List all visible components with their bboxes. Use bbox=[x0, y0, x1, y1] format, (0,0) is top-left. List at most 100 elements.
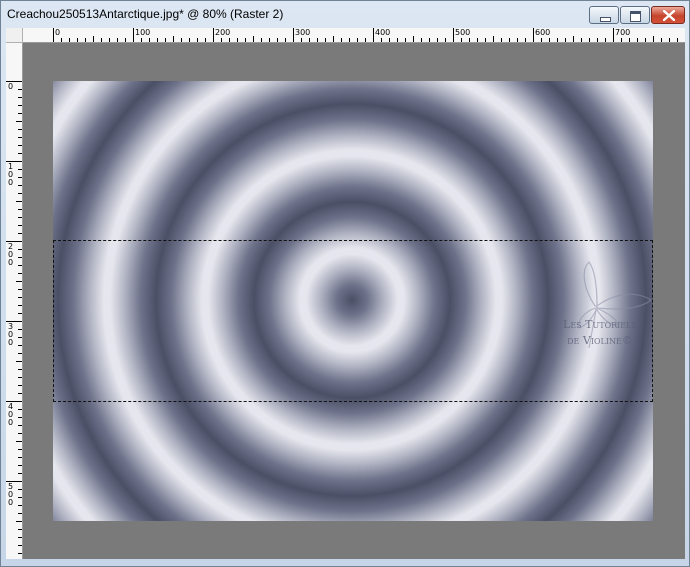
ruler-tick bbox=[18, 249, 22, 250]
ruler-label: 400 bbox=[7, 402, 14, 427]
ruler-tick bbox=[309, 38, 310, 42]
ruler-tick bbox=[589, 38, 590, 42]
ruler-tick bbox=[18, 233, 22, 234]
ruler-tick bbox=[18, 353, 22, 354]
ruler-tick bbox=[18, 489, 22, 490]
watermark-text: Les Tutoriels de Violine© bbox=[547, 317, 653, 349]
ruler-tick bbox=[18, 497, 22, 498]
ruler-tick bbox=[16, 281, 22, 282]
ruler-tick bbox=[645, 38, 646, 42]
ruler-tick bbox=[18, 337, 22, 338]
ruler-tick bbox=[18, 209, 22, 210]
ruler-tick bbox=[381, 38, 382, 42]
ruler-tick bbox=[501, 38, 502, 42]
ruler-tick bbox=[517, 38, 518, 42]
ruler-tick bbox=[18, 329, 22, 330]
ruler-tick bbox=[157, 38, 158, 42]
ruler-tick bbox=[533, 28, 534, 42]
ruler-tick bbox=[125, 38, 126, 42]
ruler-tick bbox=[357, 38, 358, 42]
ruler-tick bbox=[677, 38, 678, 42]
window-bottom-border bbox=[6, 559, 685, 563]
ruler-tick bbox=[509, 38, 510, 42]
ruler-tick bbox=[437, 38, 438, 42]
ruler-tick bbox=[77, 38, 78, 42]
ruler-tick bbox=[373, 28, 374, 42]
canvas-area[interactable]: Les Tutoriels de Violine© bbox=[23, 43, 685, 559]
ruler-tick bbox=[397, 38, 398, 42]
ruler-tick bbox=[18, 513, 22, 514]
minimize-icon bbox=[600, 17, 611, 22]
ruler-tick bbox=[18, 465, 22, 466]
ruler-tick bbox=[133, 28, 134, 42]
ruler-label: 200 bbox=[7, 242, 14, 267]
close-icon bbox=[663, 10, 675, 21]
ruler-tick bbox=[18, 113, 22, 114]
ruler-tick bbox=[613, 28, 614, 42]
window-title: Creachou250513Antarctique.jpg* @ 80% (Ra… bbox=[7, 7, 284, 21]
ruler-tick bbox=[18, 449, 22, 450]
ruler-tick bbox=[18, 529, 22, 530]
ruler-tick bbox=[365, 38, 366, 42]
ruler-tick bbox=[16, 361, 22, 362]
ruler-tick bbox=[18, 265, 22, 266]
ruler-label: 100 bbox=[7, 162, 14, 187]
horizontal-ruler[interactable]: 0 100 200 300 400 500 600 700 bbox=[23, 28, 685, 43]
ruler-label: 200 bbox=[215, 28, 231, 37]
ruler-tick bbox=[18, 89, 22, 90]
ruler-tick bbox=[189, 38, 190, 42]
ruler-label: 400 bbox=[375, 28, 391, 37]
ruler-tick bbox=[565, 38, 566, 42]
ruler-tick bbox=[18, 169, 22, 170]
close-button[interactable] bbox=[651, 6, 685, 24]
ruler-tick bbox=[18, 297, 22, 298]
ruler-tick bbox=[18, 425, 22, 426]
ruler-tick bbox=[429, 38, 430, 42]
ruler-tick bbox=[277, 38, 278, 42]
ruler-tick bbox=[18, 145, 22, 146]
maximize-button[interactable] bbox=[620, 6, 650, 24]
ruler-tick bbox=[597, 38, 598, 42]
ruler-tick bbox=[53, 28, 54, 42]
vertical-ruler[interactable]: 0 100 200 300 400 500 bbox=[6, 43, 23, 559]
ruler-tick bbox=[389, 38, 390, 42]
ruler-tick bbox=[341, 38, 342, 42]
ruler-tick bbox=[18, 185, 22, 186]
ruler-tick bbox=[18, 153, 22, 154]
ruler-tick bbox=[525, 38, 526, 42]
ruler-label: 600 bbox=[535, 28, 551, 37]
ruler-tick bbox=[18, 313, 22, 314]
ruler-tick bbox=[18, 505, 22, 506]
title-bar[interactable]: Creachou250513Antarctique.jpg* @ 80% (Ra… bbox=[1, 1, 689, 28]
watermark-line-2: de Violine© bbox=[567, 334, 633, 347]
ruler-tick bbox=[445, 38, 446, 42]
ruler-tick bbox=[141, 38, 142, 42]
ruler-tick bbox=[333, 36, 334, 42]
ruler-tick bbox=[61, 38, 62, 42]
ruler-tick bbox=[149, 38, 150, 42]
watermark-line-1: Les Tutoriels bbox=[563, 318, 637, 331]
ruler-tick bbox=[461, 38, 462, 42]
ruler-tick bbox=[18, 377, 22, 378]
ruler-label: 0 bbox=[55, 28, 61, 37]
ruler-tick bbox=[629, 38, 630, 42]
ruler-tick bbox=[16, 521, 22, 522]
ruler-label: 700 bbox=[615, 28, 631, 37]
image-window: Creachou250513Antarctique.jpg* @ 80% (Ra… bbox=[0, 0, 690, 567]
ruler-tick bbox=[18, 193, 22, 194]
minimize-button[interactable] bbox=[589, 6, 619, 24]
ruler-tick bbox=[101, 38, 102, 42]
ruler-tick bbox=[18, 457, 22, 458]
ruler-tick bbox=[173, 36, 174, 42]
ruler-tick bbox=[16, 201, 22, 202]
ruler-tick bbox=[18, 433, 22, 434]
maximize-icon bbox=[630, 11, 641, 22]
ruler-tick bbox=[165, 38, 166, 42]
ruler-tick bbox=[421, 38, 422, 42]
ruler-tick bbox=[453, 28, 454, 42]
ruler-tick bbox=[301, 38, 302, 42]
ruler-tick bbox=[18, 289, 22, 290]
ruler-tick bbox=[221, 38, 222, 42]
ruler-tick bbox=[18, 225, 22, 226]
ruler-corner bbox=[6, 28, 23, 43]
